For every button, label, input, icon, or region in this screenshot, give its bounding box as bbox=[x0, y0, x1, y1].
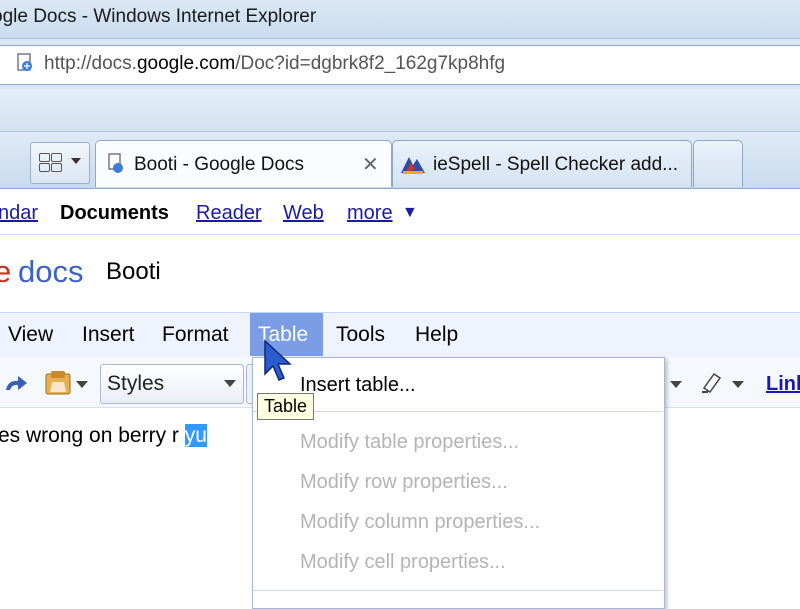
tab-iespell[interactable]: ieSpell - Spell Checker add... bbox=[392, 140, 692, 187]
chevron-down-icon[interactable] bbox=[732, 381, 744, 388]
url-domain: google.com bbox=[136, 53, 236, 74]
chevron-down-icon[interactable] bbox=[670, 381, 682, 388]
tab-label: Booti - Google Docs bbox=[134, 154, 305, 175]
mouse-cursor-icon bbox=[264, 339, 292, 381]
gbar-link-calendar[interactable]: ndar bbox=[0, 202, 38, 225]
gbar-link-reader[interactable]: Reader bbox=[196, 202, 262, 225]
more-chevron-down-icon[interactable]: ▼ bbox=[402, 204, 418, 222]
page-icon bbox=[17, 53, 32, 71]
gbar-documents: Documents bbox=[60, 202, 169, 224]
menu-view[interactable]: View bbox=[8, 323, 53, 347]
menu-item-insert-table[interactable]: Insert table... bbox=[300, 374, 416, 397]
menu-item-modify-row-properties: Modify row properties... bbox=[300, 471, 508, 493]
tooltip: Table bbox=[257, 393, 315, 420]
menu-divider bbox=[253, 411, 663, 412]
google-docs-logo-fragment: e bbox=[0, 254, 12, 289]
document-text[interactable]: es wrong on berry r yu bbox=[0, 424, 207, 448]
redo-icon[interactable] bbox=[2, 372, 30, 398]
tab-label: ieSpell - Spell Checker add... bbox=[433, 154, 679, 175]
chevron-down-icon[interactable] bbox=[76, 381, 88, 388]
gbar-link-web[interactable]: Web bbox=[283, 202, 324, 225]
quick-tabs-button[interactable] bbox=[30, 142, 90, 184]
menu-divider bbox=[253, 590, 663, 591]
google-docs-logo-text: docs bbox=[18, 254, 84, 289]
tab-list-chevron-down-icon[interactable] bbox=[71, 158, 81, 164]
document-text-selection: yu bbox=[184, 424, 207, 447]
page-icon bbox=[108, 153, 123, 173]
new-tab-button[interactable] bbox=[693, 140, 743, 187]
url-suffix: /Doc?id=dgbrk8f2_162g7kp8hfg bbox=[235, 53, 506, 74]
quick-tabs-icon bbox=[39, 153, 63, 173]
document-text-plain: es wrong on berry r bbox=[0, 424, 185, 447]
menu-insert[interactable]: Insert bbox=[82, 323, 135, 347]
highlight-color-icon[interactable] bbox=[698, 368, 726, 396]
command-bar bbox=[0, 89, 800, 132]
menu-item-modify-cell-properties: Modify cell properties... bbox=[300, 551, 506, 573]
link-button[interactable]: Link bbox=[766, 373, 800, 396]
tab-booti-google-docs[interactable]: Booti - Google Docs ✕ bbox=[95, 140, 392, 187]
menu-tools[interactable]: Tools bbox=[336, 323, 385, 347]
window-title: ogle Docs - Windows Internet Explorer bbox=[0, 6, 317, 27]
menu-item-modify-column-properties: Modify column properties... bbox=[300, 511, 541, 533]
window-title-bar: ogle Docs - Windows Internet Explorer bbox=[0, 0, 800, 39]
close-icon[interactable]: ✕ bbox=[362, 152, 379, 177]
document-title[interactable]: Booti bbox=[106, 258, 161, 286]
paint-format-icon[interactable] bbox=[42, 368, 76, 400]
url-prefix: http://docs. bbox=[44, 53, 137, 74]
menu-format[interactable]: Format bbox=[162, 323, 229, 347]
menu-help[interactable]: Help bbox=[415, 323, 458, 347]
menu-item-modify-table-properties: Modify table properties... bbox=[300, 431, 519, 453]
gbar-link-more[interactable]: more bbox=[347, 202, 393, 225]
styles-dropdown-label: Styles bbox=[107, 372, 165, 395]
chevron-down-icon bbox=[224, 380, 236, 387]
iespell-icon bbox=[401, 157, 425, 174]
address-url[interactable]: http://docs.google.com/Doc?id=dgbrk8f2_1… bbox=[44, 53, 505, 75]
